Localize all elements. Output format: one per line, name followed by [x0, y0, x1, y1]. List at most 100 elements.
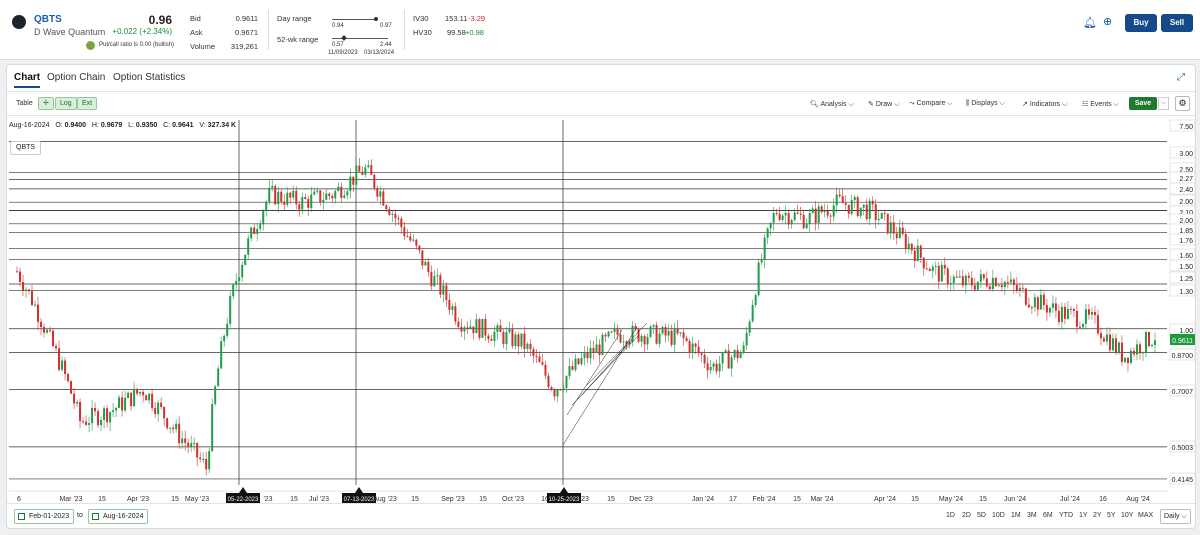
candle-body [799, 213, 802, 215]
candle-body [1084, 309, 1087, 324]
candle-body [211, 404, 214, 452]
candle-body [469, 326, 472, 329]
calendar-icon [92, 513, 99, 520]
candle-body [868, 200, 871, 220]
day-low: 0.94 [332, 23, 344, 29]
candle-body [889, 222, 892, 234]
candle-body [553, 390, 556, 397]
candle-body [115, 407, 118, 411]
timeframe-10d[interactable]: 10D [992, 512, 1005, 519]
candle-body [373, 174, 376, 189]
candle-body [1144, 332, 1147, 353]
timeframe-1d[interactable]: 1D [946, 512, 955, 519]
candle-body [883, 212, 886, 214]
interval-select[interactable]: Daily ⌵ [1160, 509, 1191, 524]
y-tick-label: 0.5003 [1172, 445, 1194, 452]
candle-body [76, 401, 79, 404]
candle-body [1099, 333, 1102, 339]
candle-body [745, 332, 748, 346]
timeframe-5y[interactable]: 5Y [1107, 512, 1116, 519]
timeframe-max[interactable]: MAX [1138, 512, 1153, 519]
sell-button[interactable]: Sell [1161, 14, 1193, 32]
candle-body [286, 192, 289, 205]
candle-body [451, 306, 454, 310]
candle-body [58, 348, 61, 370]
y-tick-label: 0.4145 [1172, 477, 1194, 484]
candle-body [700, 353, 703, 355]
candle-body [1042, 294, 1045, 306]
timeframe-5d[interactable]: 5D [977, 512, 986, 519]
candle-body [1051, 303, 1054, 308]
to-date-input[interactable]: Aug-16-2024 [88, 509, 149, 524]
candle-body [82, 421, 85, 423]
candle-body [901, 227, 904, 234]
candle-body [919, 245, 922, 258]
candle-body [787, 212, 790, 225]
candle-body [1129, 350, 1132, 364]
candle-body [865, 204, 868, 220]
candle-body [946, 268, 949, 285]
timeframe-6m[interactable]: 6M [1043, 512, 1053, 519]
candle-body [556, 389, 559, 397]
sentiment-dot-icon [86, 41, 95, 50]
candle-body [898, 227, 901, 239]
candle-body [64, 360, 67, 374]
candle-body [904, 233, 907, 250]
candle-body [763, 237, 766, 260]
add-watchlist-icon[interactable]: ⊕ [1103, 15, 1112, 28]
x-tick-label: May '24 [939, 496, 963, 503]
candle-body [367, 165, 370, 168]
timeframe-2y[interactable]: 2Y [1093, 512, 1102, 519]
candle-body [346, 191, 349, 196]
candle-body [337, 186, 340, 191]
candle-body [178, 423, 181, 444]
candle-body [145, 395, 148, 401]
y-tick-label: 0.9611 [1172, 338, 1193, 345]
candle-body [388, 209, 391, 215]
timeframe-1y[interactable]: 1Y [1079, 512, 1088, 519]
candle-body [1126, 357, 1129, 364]
candle-body [364, 167, 367, 175]
symbol[interactable]: QBTS [34, 14, 62, 25]
candle-body [709, 366, 712, 371]
candle-body [892, 222, 895, 234]
candle-body [166, 418, 169, 429]
timeframe-ytd[interactable]: YTD [1059, 512, 1073, 519]
candle-body [988, 286, 991, 290]
timeframe-10y[interactable]: 10Y [1121, 512, 1133, 519]
candle-body [991, 277, 994, 290]
alert-bell-icon[interactable]: 🔔︎ [1083, 16, 1097, 29]
candle-body [391, 213, 394, 215]
candle-body [1000, 285, 1003, 288]
candle-body [1045, 305, 1048, 313]
buy-button[interactable]: Buy [1125, 14, 1157, 32]
x-tick-label: Mar '24 [810, 496, 833, 503]
timeframe-1m[interactable]: 1M [1011, 512, 1021, 519]
day-range-label: Day range [277, 14, 312, 23]
candle-body [697, 346, 700, 354]
date-marker-arrow [355, 487, 363, 493]
from-date-input[interactable]: Feb-01-2023 [14, 509, 75, 524]
candle-body [142, 391, 145, 396]
candle-body [769, 222, 772, 229]
candle-body [193, 442, 196, 444]
x-tick-label: Aug '23 [373, 496, 397, 503]
timeframe-2d[interactable]: 2D [962, 512, 971, 519]
x-tick-label: Mar '23 [59, 496, 82, 503]
candle-body [409, 236, 412, 241]
candle-body [913, 250, 916, 262]
price-chart[interactable]: 7.503.002.502.272.402.002.102.001.851.76… [7, 65, 1195, 503]
candle-body [256, 228, 259, 234]
series-tag[interactable]: QBTS [10, 141, 42, 155]
candle-body [229, 296, 232, 324]
candle-body [583, 352, 586, 359]
candle-body [985, 278, 988, 287]
candle-body [538, 356, 541, 363]
candle-body [838, 194, 841, 197]
candle-body [403, 227, 406, 237]
timeframe-3m[interactable]: 3M [1027, 512, 1037, 519]
candle-body [508, 328, 511, 333]
candle-body [427, 261, 430, 272]
candle-body [1030, 307, 1033, 309]
y-tick-label: 1.50 [1179, 264, 1193, 271]
